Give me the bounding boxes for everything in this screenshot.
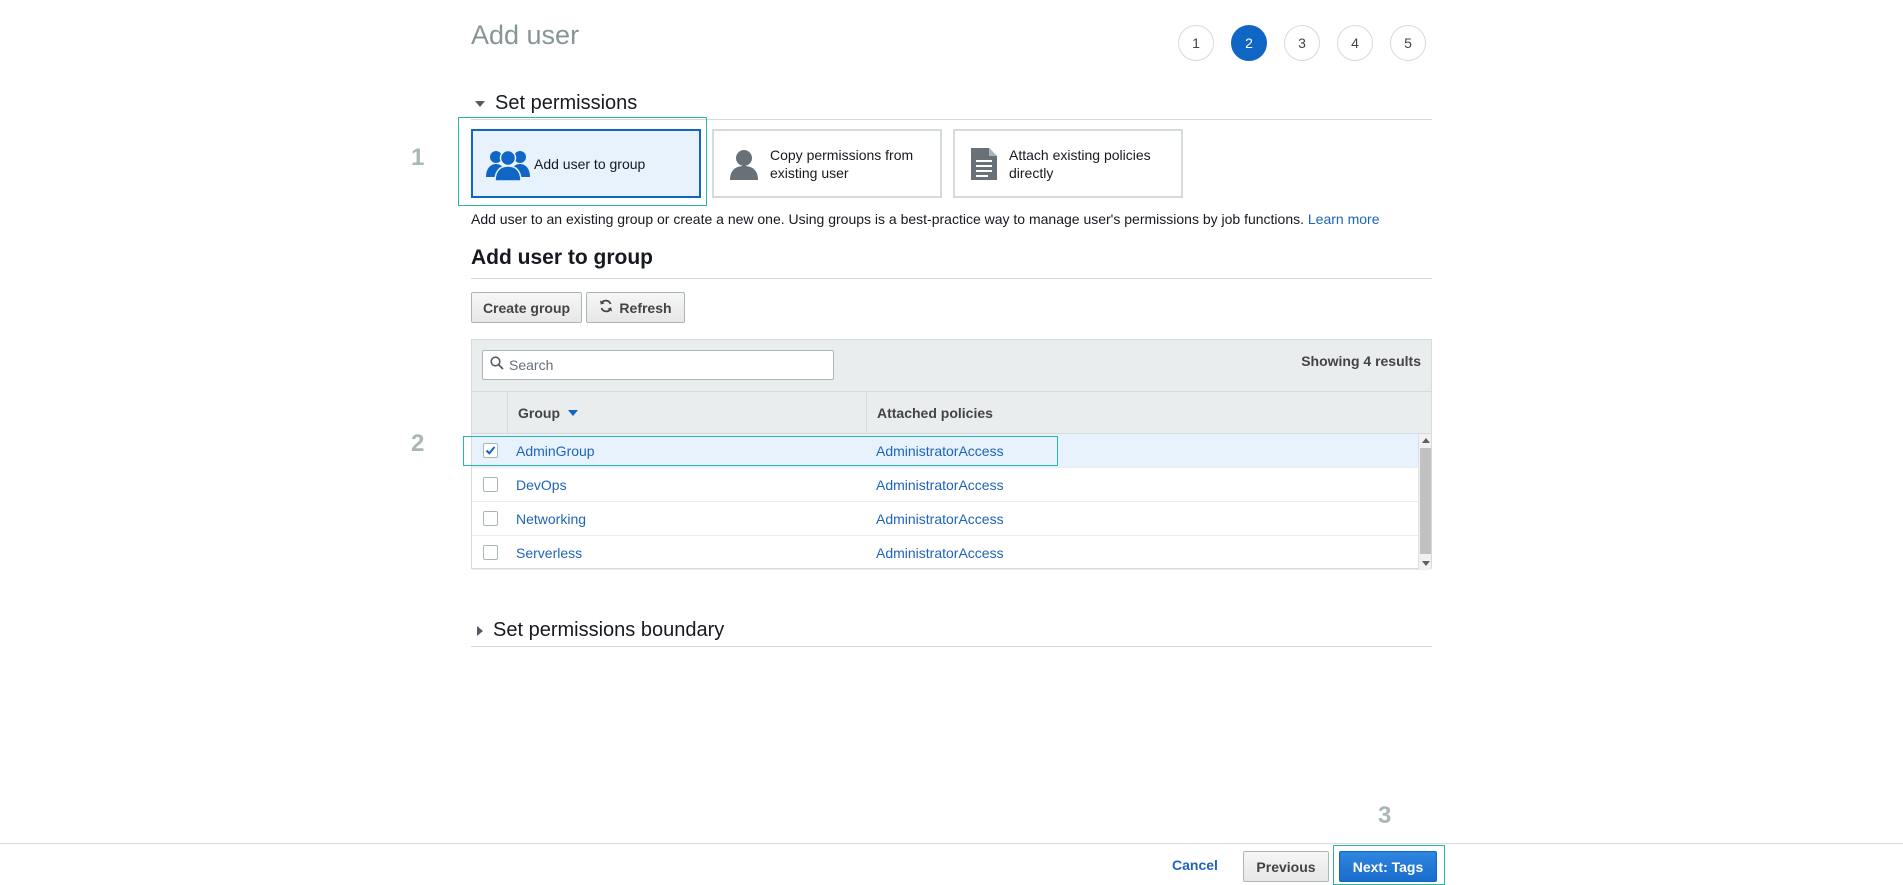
option-label: Add user to group [534,155,646,172]
scroll-down-icon[interactable] [1422,561,1430,566]
option-copy-permissions[interactable]: Copy permissions from existing user [712,129,942,198]
sort-descending-icon [568,409,578,416]
annotation-2: 2 [411,430,425,457]
caret-right-icon [477,625,483,636]
row-checkbox[interactable] [482,545,498,560]
step-1[interactable]: 1 [1178,25,1214,61]
results-count: Showing 4 results [1301,353,1421,369]
table-row[interactable]: Networking AdministratorAccess [472,502,1431,536]
option-label: Attach existing policies directly [1009,146,1151,181]
permissions-description: Add user to an existing group or create … [471,211,1379,227]
search-icon [490,355,504,375]
row-checkbox[interactable] [482,511,498,526]
step-3[interactable]: 3 [1284,25,1320,61]
table-row[interactable]: DevOps AdministratorAccess [472,468,1431,502]
learn-more-link[interactable]: Learn more [1308,211,1380,227]
set-permissions-title: Set permissions [495,92,638,114]
policy-link[interactable]: AdministratorAccess [867,545,1431,561]
page-title: Add user [471,20,580,50]
caret-down-icon [475,100,485,107]
footer-divider [0,843,1903,844]
refresh-icon [599,299,613,316]
user-icon [728,148,760,180]
annotation-3: 3 [1378,802,1392,829]
option-label: Copy permissions from existing user [770,146,914,181]
annotation-1: 1 [411,144,425,171]
option-attach-policies[interactable]: Attach existing policies directly [953,129,1183,198]
table-scrollbar[interactable] [1418,434,1431,570]
permissions-boundary-title: Set permissions boundary [493,619,725,641]
users-group-icon [485,147,531,181]
refresh-label: Refresh [619,299,672,316]
step-5[interactable]: 5 [1390,25,1426,61]
step-4[interactable]: 4 [1337,25,1373,61]
row-checkbox[interactable] [482,477,498,492]
search-box[interactable] [482,350,834,380]
step-2[interactable]: 2 [1231,25,1267,61]
add-user-page: Add user 1 2 3 4 5 Set permissions 1 Add… [0,0,1903,885]
column-group-label: Group [518,404,560,421]
column-header-policies: Attached policies [877,404,993,421]
search-input[interactable] [509,357,819,373]
option-add-user-to-group[interactable]: Add user to group [471,129,701,198]
table-toolbar: Showing 4 results [472,340,1431,392]
policy-link[interactable]: AdministratorAccess [867,477,1431,493]
group-name-link[interactable]: DevOps [508,477,867,493]
permissions-boundary-header[interactable]: Set permissions boundary [471,619,1432,647]
cancel-link[interactable]: Cancel [1172,857,1218,873]
next-tags-button[interactable]: Next: Tags [1339,851,1437,882]
header-select-column [472,392,508,433]
wizard-steps: 1 2 3 4 5 [1178,25,1426,61]
column-header-group[interactable]: Group [508,392,867,433]
group-name-link[interactable]: Serverless [508,545,867,561]
scroll-thumb[interactable] [1420,448,1431,554]
document-icon [969,147,999,181]
highlight-box-admin-row [463,436,1058,466]
table-row[interactable]: Serverless AdministratorAccess [472,536,1431,570]
previous-button[interactable]: Previous [1243,851,1329,882]
set-permissions-header[interactable]: Set permissions [471,92,1432,120]
table-header: Group Attached policies [472,392,1431,434]
description-text: Add user to an existing group or create … [471,211,1304,227]
permission-options: Add user to group Copy permissions from … [471,129,1183,198]
create-group-button[interactable]: Create group [471,292,582,323]
policy-link[interactable]: AdministratorAccess [867,511,1431,527]
group-name-link[interactable]: Networking [508,511,867,527]
scroll-up-icon[interactable] [1422,438,1430,443]
add-user-to-group-title: Add user to group [471,246,1432,279]
refresh-button[interactable]: Refresh [586,292,685,323]
